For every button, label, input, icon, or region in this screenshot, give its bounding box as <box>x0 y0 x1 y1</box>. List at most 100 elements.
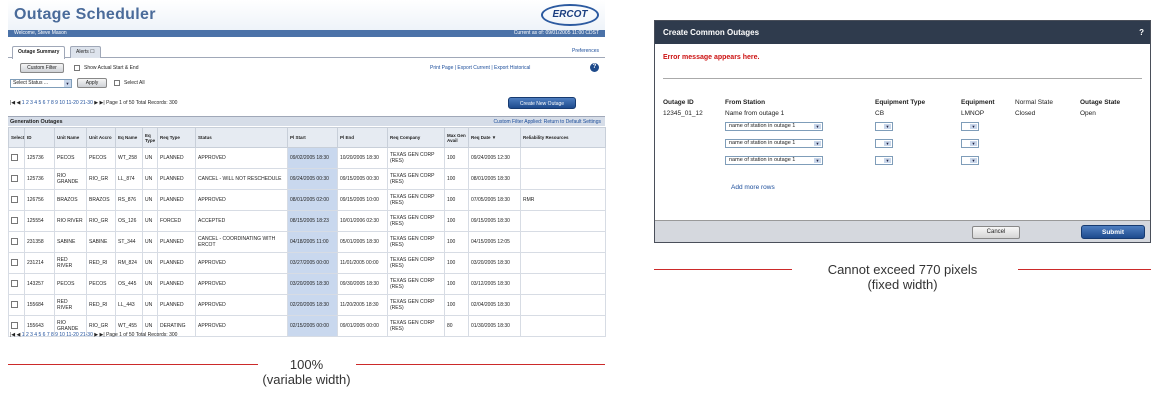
cell-select[interactable] <box>8 168 25 190</box>
station-select-2[interactable]: name of station in outage 1 ▼ <box>725 139 823 148</box>
prev-page-icon[interactable]: ◀ <box>17 332 21 338</box>
equipment-select-3[interactable]: ▼ <box>961 156 979 165</box>
create-new-outage-button[interactable]: Create New Outage <box>508 97 576 109</box>
apply-button[interactable]: Apply <box>77 78 107 88</box>
table-row[interactable]: 125736 PECOS PECOS WT_258 UN PLANNED APPROVED 0… <box>8 147 606 169</box>
table-header-row: Select ID Unit Name Unit Accro Eq Name E… <box>8 127 606 148</box>
row-checkbox[interactable] <box>11 216 18 224</box>
cell-eq-name: RM_824 <box>115 252 143 274</box>
first-page-icon[interactable]: |◀ <box>10 100 15 106</box>
col-reliability[interactable]: Reliability Resources <box>520 127 606 148</box>
cell-pl-end: 09/30/2005 18:30 <box>337 273 388 295</box>
first-page-icon[interactable]: |◀ <box>10 332 15 338</box>
cell-select[interactable] <box>8 252 25 274</box>
row-checkbox[interactable] <box>11 174 18 182</box>
table-row[interactable]: 155684 RED RIVER RED_RI LL_443 UN PLANNED APPR… <box>8 294 606 316</box>
tab-alerts[interactable]: Alerts ☐ <box>70 46 101 58</box>
col-eq-name[interactable]: Eq Name <box>115 127 143 148</box>
col-max-gen[interactable]: Max Gen Avail <box>444 127 469 148</box>
station-select-1[interactable]: name of station in outage 1 ▼ <box>725 122 823 131</box>
row-checkbox[interactable] <box>11 195 18 203</box>
header-equipment-type: Equipment Type <box>875 99 926 106</box>
cancel-button[interactable]: Cancel <box>972 226 1020 239</box>
cell-unit-accro: RIO_GR <box>86 210 116 232</box>
equipment-type-select-2[interactable]: ▼ <box>875 139 893 148</box>
cell-reliability: RMR <box>520 189 606 211</box>
equipment-type-select-1[interactable]: ▼ <box>875 122 893 131</box>
cell-pl-start: 08/01/2005 02:00 <box>287 189 338 211</box>
normal-state-value: Closed <box>1015 110 1036 117</box>
last-page-icon[interactable]: ▶| <box>100 332 105 338</box>
prev-page-icon[interactable]: ◀ <box>17 100 21 106</box>
cell-status: CANCEL - COORDINATING WITH ERCOT <box>195 231 288 253</box>
cell-select[interactable] <box>8 294 25 316</box>
table-body: 125736 PECOS PECOS WT_258 UN PLANNED APPROVED 0… <box>8 147 606 337</box>
cell-select[interactable] <box>8 231 25 253</box>
equipment-select-2[interactable]: ▼ <box>961 139 979 148</box>
status-row: Select Status ... ▼ Apply Select All <box>8 77 605 90</box>
cell-select[interactable] <box>8 147 25 169</box>
show-actual-checkbox[interactable] <box>74 65 80 71</box>
col-status[interactable]: Status <box>195 127 288 148</box>
col-req-company[interactable]: Req Company <box>387 127 445 148</box>
col-eq-type[interactable]: Eq Type <box>142 127 158 148</box>
submit-button[interactable]: Submit <box>1081 225 1145 239</box>
station-select-3[interactable]: name of station in outage 1 ▼ <box>725 156 823 165</box>
cell-req-type: PLANNED <box>157 189 196 211</box>
cell-select[interactable] <box>8 189 25 211</box>
cell-select[interactable] <box>8 273 25 295</box>
cell-eq-type: UN <box>142 189 158 211</box>
next-page-icon[interactable]: ▶ <box>94 332 98 338</box>
help-icon[interactable]: ? <box>1139 21 1144 44</box>
next-page-icon[interactable]: ▶ <box>94 100 98 106</box>
equipment-type-select-3[interactable]: ▼ <box>875 156 893 165</box>
chevron-down-icon: ▼ <box>814 158 821 163</box>
col-pl-end[interactable]: Pl End <box>337 127 388 148</box>
app-title: Outage Scheduler <box>14 6 156 23</box>
row-checkbox[interactable] <box>11 153 18 161</box>
cell-unit-accro: RED_RI <box>86 294 116 316</box>
help-icon[interactable]: ? <box>590 63 599 72</box>
table-row[interactable]: 231214 RED RIVER RED_RI RM_824 UN PLANNED APPR… <box>8 252 606 274</box>
print-export-links[interactable]: Print Page | Export Current | Export His… <box>430 65 530 71</box>
cell-pl-end: 11/20/2005 18:30 <box>337 294 388 316</box>
cell-req-type: FORCED <box>157 210 196 232</box>
col-select[interactable]: Select <box>8 127 25 148</box>
col-req-type[interactable]: Req Type <box>157 127 196 148</box>
header-outage-state: Outage State <box>1080 99 1121 106</box>
tab-outage-summary[interactable]: Outage Summary <box>12 46 66 59</box>
col-unit-accro[interactable]: Unit Accro <box>86 127 116 148</box>
table-row[interactable]: 125554 RIO RIVER RIO_GR OS_126 UN FORCED ACCEP… <box>8 210 606 232</box>
equipment-select-1[interactable]: ▼ <box>961 122 979 131</box>
custom-filter-button[interactable]: Custom Filter <box>20 63 64 73</box>
cell-max-gen: 100 <box>444 189 469 211</box>
row-checkbox[interactable] <box>11 279 18 287</box>
current-as-of: Current as of: 09/01/2005 11:00 CDST <box>513 30 599 36</box>
add-more-rows-link[interactable]: Add more rows <box>731 184 775 191</box>
cell-eq-name: ST_344 <box>115 231 143 253</box>
row-checkbox[interactable] <box>11 300 18 308</box>
page-links[interactable]: 1 2 3 4 5 6 7 8 9 10 11-20 21-30 <box>22 100 93 106</box>
cell-select[interactable] <box>8 210 25 232</box>
row-checkbox[interactable] <box>11 321 18 329</box>
col-unit-name[interactable]: Unit Name <box>54 127 87 148</box>
app-header: Outage Scheduler ERCOT <box>8 0 605 30</box>
page-info: Page 1 of 50 Total Records: 300 <box>106 332 178 338</box>
table-row[interactable]: 126756 BRAZOS BRAZOS RS_876 UN PLANNED APPROVE… <box>8 189 606 211</box>
col-id[interactable]: ID <box>24 127 55 148</box>
select-all-checkbox[interactable] <box>114 80 120 86</box>
last-page-icon[interactable]: ▶| <box>100 100 105 106</box>
default-settings-link[interactable]: Custom Filter Applied: Return to Default… <box>493 119 601 125</box>
table-row[interactable]: 143257 PECOS PECOS OS_445 UN PLANNED APPROVED 0… <box>8 273 606 295</box>
col-pl-start[interactable]: Pl Start <box>287 127 338 148</box>
col-req-date[interactable]: Req Date ▼ <box>468 127 521 148</box>
row-checkbox[interactable] <box>11 258 18 266</box>
page-links[interactable]: 1 2 3 4 5 6 7 8 9 10 11-20 21-30 <box>22 332 93 338</box>
status-select[interactable]: Select Status ... ▼ <box>10 79 72 88</box>
table-row[interactable]: 125736 RIO GRANDE RIO_GR LL_874 UN PLANNED CAN… <box>8 168 606 190</box>
preferences-link[interactable]: Preferences <box>572 48 599 54</box>
row-checkbox[interactable] <box>11 237 18 245</box>
cell-pl-start: 08/15/2005 18:23 <box>287 210 338 232</box>
table-row[interactable]: 231358 SABINE SABINE ST_344 UN PLANNED CANCEL … <box>8 231 606 253</box>
cell-max-gen: 100 <box>444 210 469 232</box>
